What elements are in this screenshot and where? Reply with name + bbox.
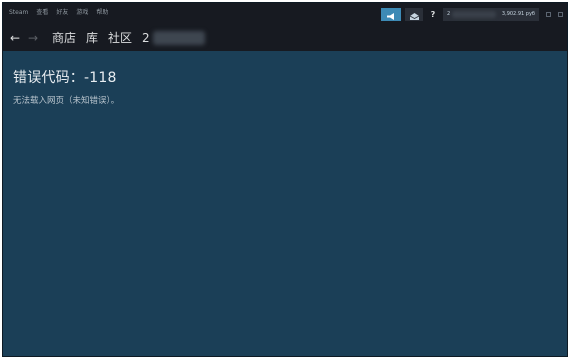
forward-arrow-icon[interactable]: → — [26, 31, 40, 45]
account-menu[interactable]: 2 3,902.91 руб — [443, 7, 539, 21]
notifications-button[interactable] — [405, 5, 423, 24]
menu-bar: Steam 查看 好友 游戏 帮助 — [9, 9, 108, 17]
minimize-button[interactable] — [546, 11, 551, 17]
back-arrow-icon[interactable]: ← — [8, 31, 22, 45]
steam-window: Steam 查看 好友 游戏 帮助 ? 2 3,902.91 руб ← → 商… — [2, 2, 568, 357]
error-message: 无法载入网页（未知错误）。 — [13, 96, 120, 106]
nav-profile[interactable]: 2 — [142, 31, 205, 45]
announcements-button[interactable] — [381, 5, 401, 24]
nav-library[interactable]: 库 — [86, 30, 98, 46]
profile-name: 2 — [142, 31, 150, 45]
wallet-balance: 3,902.91 руб — [501, 11, 535, 17]
maximize-button[interactable] — [558, 11, 563, 17]
menu-item-view[interactable]: 查看 — [36, 9, 48, 17]
menu-item-games[interactable]: 游戏 — [76, 9, 88, 17]
menu-item-friends[interactable]: 好友 — [56, 9, 68, 17]
titlebar-controls: ? 2 3,902.91 руб — [381, 7, 563, 21]
megaphone-icon — [386, 5, 396, 24]
help-button[interactable]: ? — [427, 8, 439, 21]
nav-community[interactable]: 社区 — [108, 30, 132, 46]
title-bar: Steam 查看 好友 游戏 帮助 ? 2 3,902.91 руб — [3, 3, 567, 25]
menu-item-steam[interactable]: Steam — [9, 9, 28, 17]
envelope-icon — [409, 5, 419, 24]
browser-content: 错误代码：-118 无法载入网页（未知错误）。 — [3, 51, 567, 356]
navigation-bar: ← → 商店 库 社区 2 — [3, 25, 567, 51]
menu-item-help[interactable]: 帮助 — [96, 9, 108, 17]
account-name: 2 — [447, 11, 451, 17]
error-code-title: 错误代码：-118 — [13, 70, 117, 86]
account-name-redacted — [452, 10, 496, 18]
profile-name-redacted — [152, 31, 205, 45]
window-controls — [546, 11, 563, 17]
nav-store[interactable]: 商店 — [52, 30, 76, 46]
